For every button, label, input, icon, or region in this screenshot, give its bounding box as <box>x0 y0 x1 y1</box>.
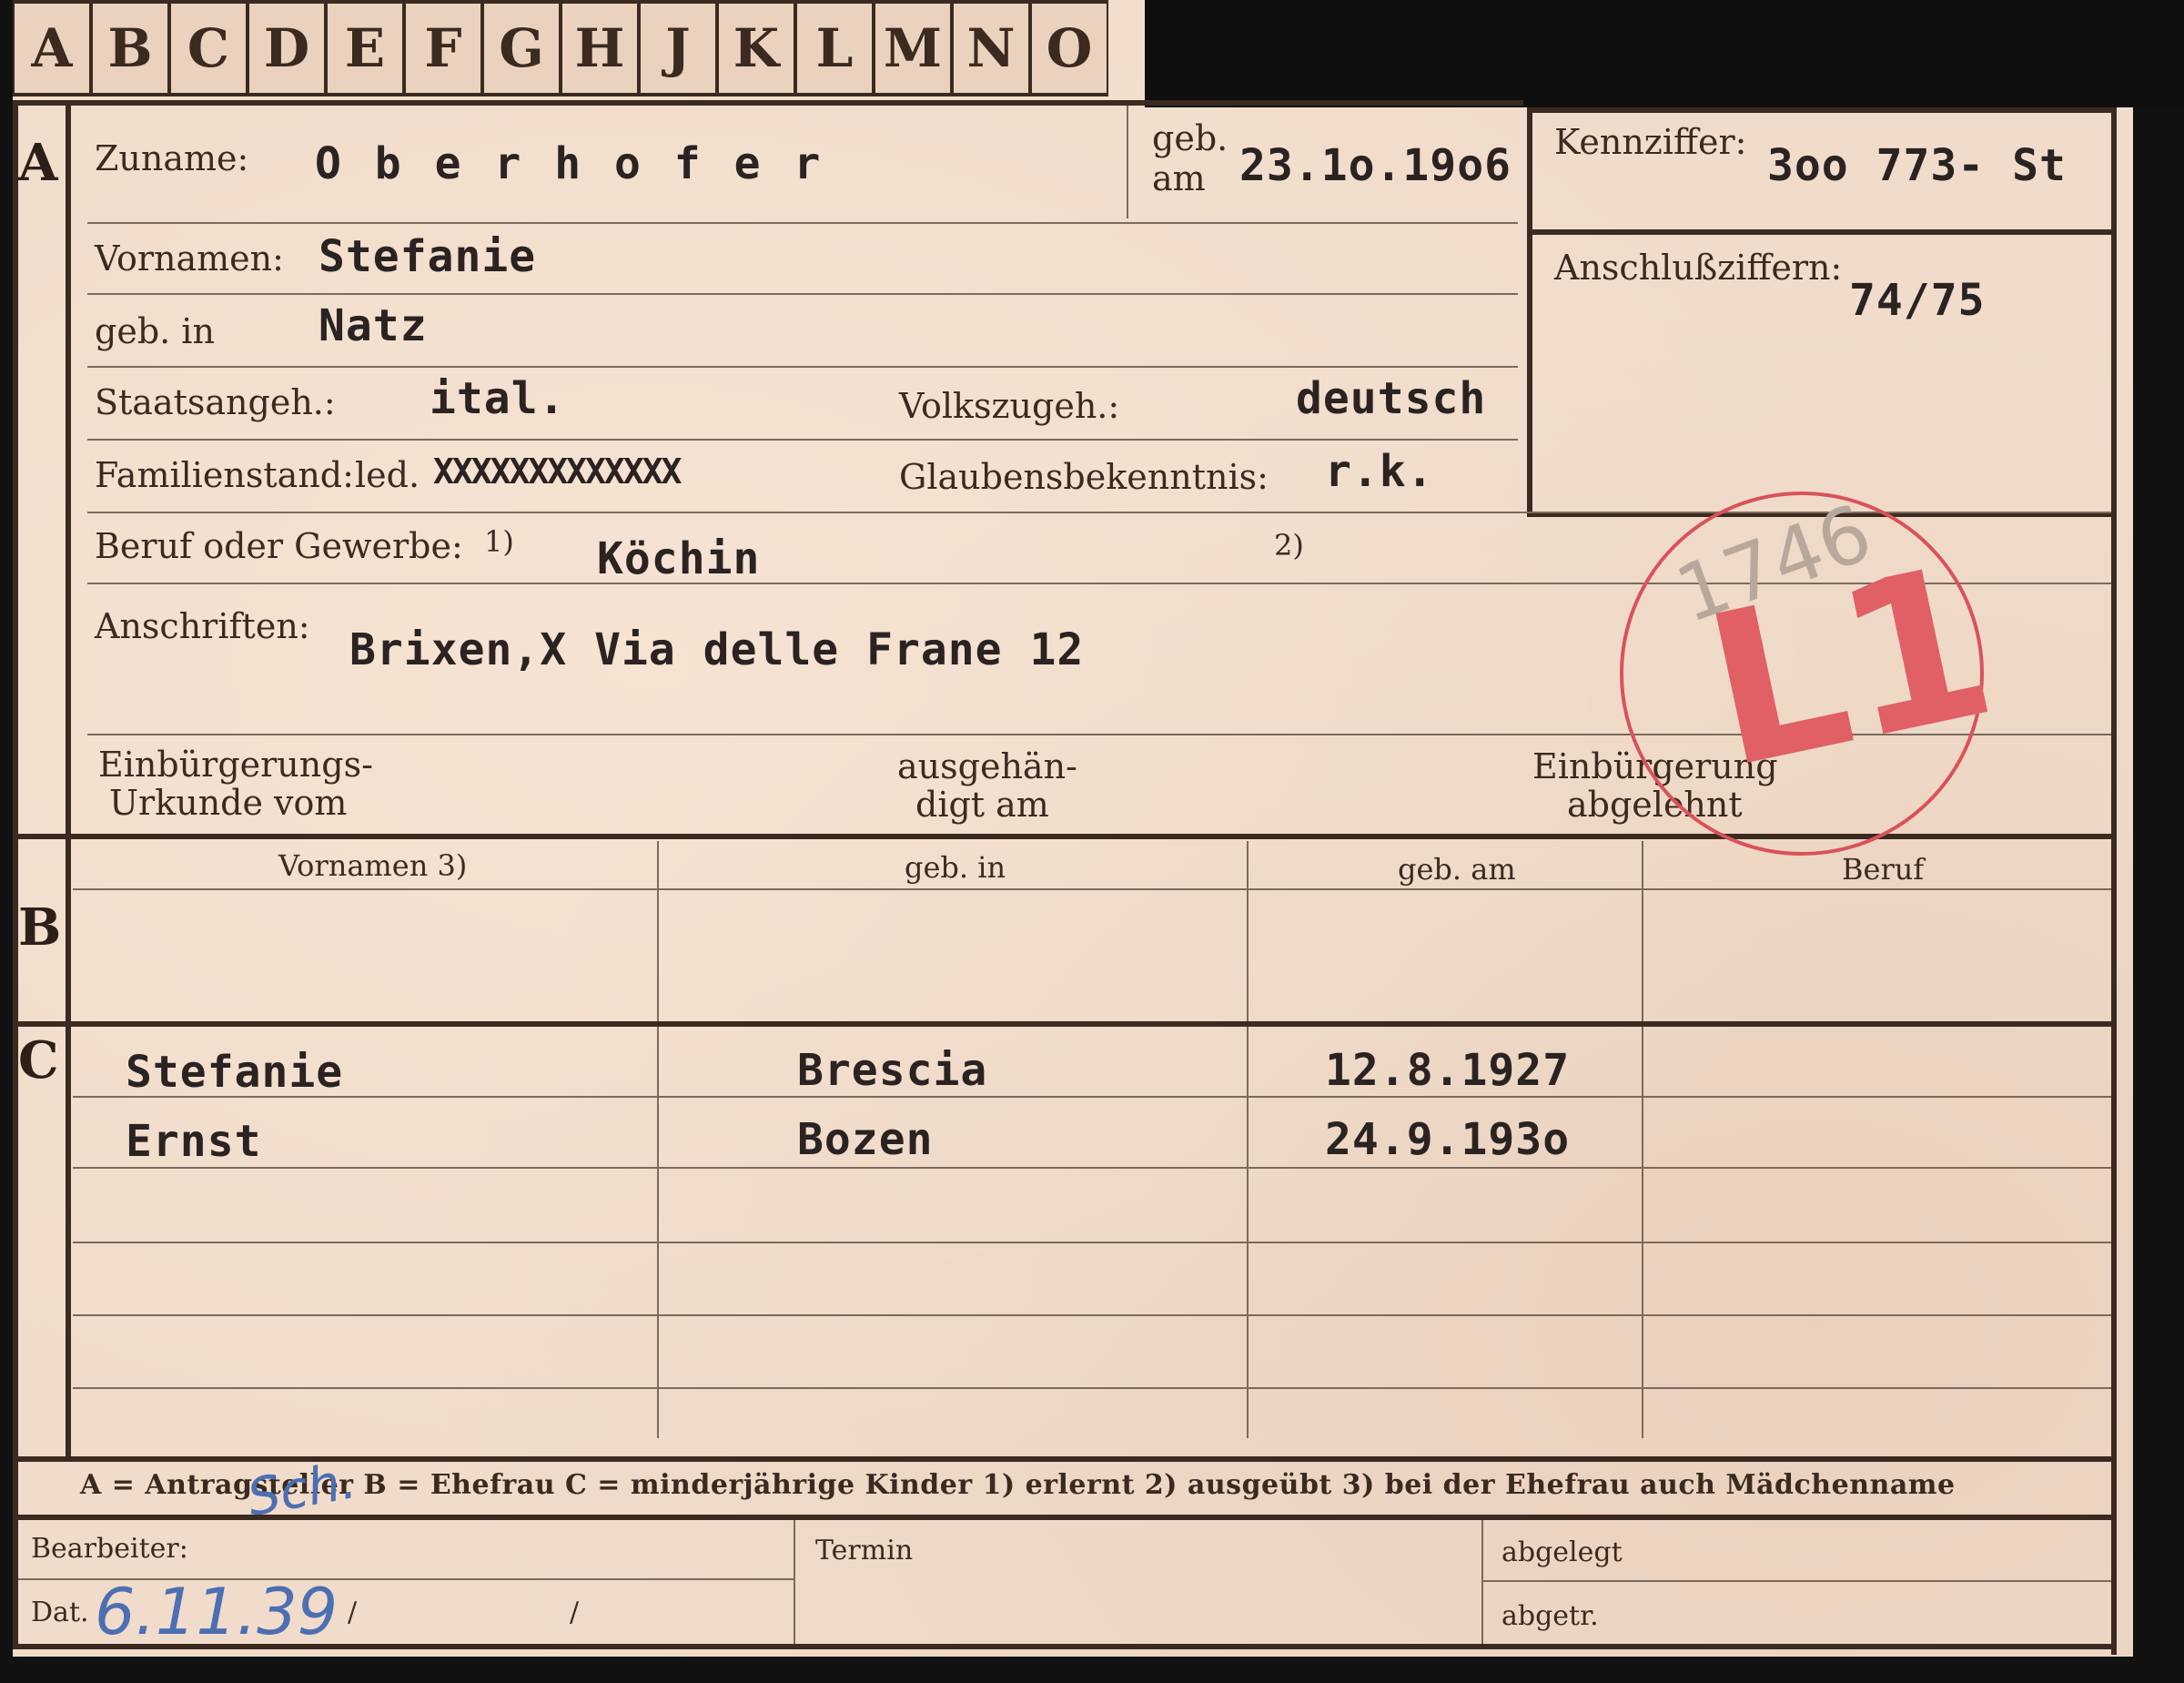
date-value: 6.11.39 <box>95 1575 339 1649</box>
section-a-letter: A <box>18 133 58 193</box>
section-b-letter: B <box>18 897 62 958</box>
kennziffer-divider <box>1527 229 2117 235</box>
vornamen-label: Vornamen: <box>95 238 284 279</box>
anschlussziffern-value: 74/75 <box>1849 275 1986 326</box>
row-line <box>87 293 1518 295</box>
einbuergerungs-urkunde-label: Urkunde vom <box>109 783 348 823</box>
anschlussziffern-label: Anschlußziffern: <box>1554 248 1843 288</box>
b-header-beruf: Beruf <box>1842 852 1925 887</box>
section-c-letter: C <box>18 1030 59 1090</box>
alphabet-tabs: A B C D E F G H J K L M N O <box>13 0 1145 102</box>
tab-letter[interactable]: H <box>561 0 639 96</box>
row-line <box>73 1242 2111 1243</box>
row-line <box>73 1387 2111 1389</box>
abgetr-label: abgetr. <box>1502 1600 1599 1632</box>
legend-text: A = Antragsteller B = Ehefrau C = minder… <box>80 1469 1956 1501</box>
child-vorname: Ernst <box>126 1116 262 1167</box>
ausgehaendigt-label: ausgehän- <box>897 746 1077 786</box>
footer-col-line <box>794 1520 795 1648</box>
geb-in-label: geb. in <box>95 311 215 351</box>
child-geb-am: 12.8.1927 <box>1325 1045 1571 1096</box>
child-geb-am: 24.9.193o <box>1325 1114 1571 1165</box>
zuname-label: Zuname: <box>95 138 249 178</box>
col-line <box>657 841 659 1438</box>
anschrift-value: Brixen,X Via delle Frane 12 <box>349 624 1085 675</box>
einbuergerungs-urkunde-label: Einbürgerungs- <box>98 745 373 785</box>
footer-row-line <box>1481 1580 2111 1582</box>
b-header-geb-am: geb. am <box>1398 852 1516 887</box>
row-line <box>87 366 1518 368</box>
familienstand-struck-options: XXXXXXXXXXXXX <box>433 451 682 492</box>
beruf-value: Köchin <box>597 533 761 584</box>
vornamen-value: Stefanie <box>318 231 537 282</box>
beruf-footnote-2: 2) <box>1274 528 1304 563</box>
child-geb-in: Bozen <box>797 1114 934 1165</box>
row-line <box>73 1314 2111 1316</box>
left-border <box>13 100 18 1648</box>
kennziffer-label: Kennziffer: <box>1554 122 1747 162</box>
row-line <box>87 222 1518 224</box>
geb-am-label: geb. <box>1152 118 1228 158</box>
child-vorname: Stefanie <box>126 1047 344 1098</box>
geb-am-divider <box>1127 106 1128 218</box>
date-slash: / <box>570 1597 580 1628</box>
geb-am-value: 23.1o.19o6 <box>1239 140 1512 191</box>
tab-letter[interactable]: A <box>13 0 91 96</box>
geb-in-value: Natz <box>318 300 428 351</box>
ausgehaendigt-label: digt am <box>915 785 1049 825</box>
kennziffer-value: 3oo 773- St <box>1767 140 2067 191</box>
footer-col-line <box>1481 1520 1483 1648</box>
date-label: Dat. <box>31 1597 89 1628</box>
tab-letter[interactable]: M <box>874 0 952 96</box>
tab-letter[interactable]: B <box>91 0 169 96</box>
row-line <box>87 439 1518 441</box>
beruf-footnote-1: 1) <box>484 524 514 559</box>
b-header-geb-in: geb. in <box>905 850 1006 885</box>
top-border <box>13 100 1523 106</box>
staatsangeh-value: ital. <box>430 373 566 424</box>
section-b-bottom <box>13 1021 2117 1027</box>
glaubensbekenntnis-value: r.k. <box>1325 446 1434 497</box>
tab-letter[interactable]: E <box>326 0 404 96</box>
scan-background <box>1145 0 2184 107</box>
volkszugeh-label: Volkszugeh.: <box>899 386 1120 426</box>
child-geb-in: Brescia <box>797 1045 988 1096</box>
familienstand-led: led. <box>355 455 420 495</box>
zuname-value: O b e r h o f e r <box>315 138 824 189</box>
geb-am-label: am <box>1152 158 1206 198</box>
tab-letter[interactable]: G <box>482 0 561 96</box>
tab-letter[interactable]: J <box>639 0 717 96</box>
staatsangeh-label: Staatsangeh.: <box>95 382 336 422</box>
date-slash: / <box>348 1597 358 1628</box>
col-line <box>1247 841 1249 1438</box>
tab-letter[interactable]: F <box>404 0 482 96</box>
legend-bottom <box>13 1515 2117 1520</box>
abgelegt-label: abgelegt <box>1502 1536 1623 1568</box>
tab-letter[interactable]: O <box>1030 0 1108 96</box>
tab-letter[interactable]: K <box>717 0 795 96</box>
b-header-vornamen: Vornamen 3) <box>278 848 468 883</box>
volkszugeh-value: deutsch <box>1296 373 1487 424</box>
tab-letter[interactable]: D <box>248 0 326 96</box>
tab-letter[interactable]: N <box>952 0 1030 96</box>
tab-letter[interactable]: L <box>795 0 874 96</box>
row-line <box>73 1167 2111 1169</box>
bearbeiter-label: Bearbeiter: <box>31 1533 188 1565</box>
familienstand-label: Familienstand: <box>95 455 354 495</box>
tab-letter[interactable]: C <box>169 0 248 96</box>
section-divider-vertical <box>66 100 71 1456</box>
anschriften-label: Anschriften: <box>95 606 310 646</box>
termin-label: Termin <box>815 1535 914 1566</box>
col-line <box>1642 841 1643 1438</box>
row-line <box>73 888 2111 890</box>
row-line <box>73 1096 2111 1098</box>
glaubensbekenntnis-label: Glaubensbekenntnis: <box>899 457 1269 497</box>
beruf-label: Beruf oder Gewerbe: <box>95 526 463 566</box>
